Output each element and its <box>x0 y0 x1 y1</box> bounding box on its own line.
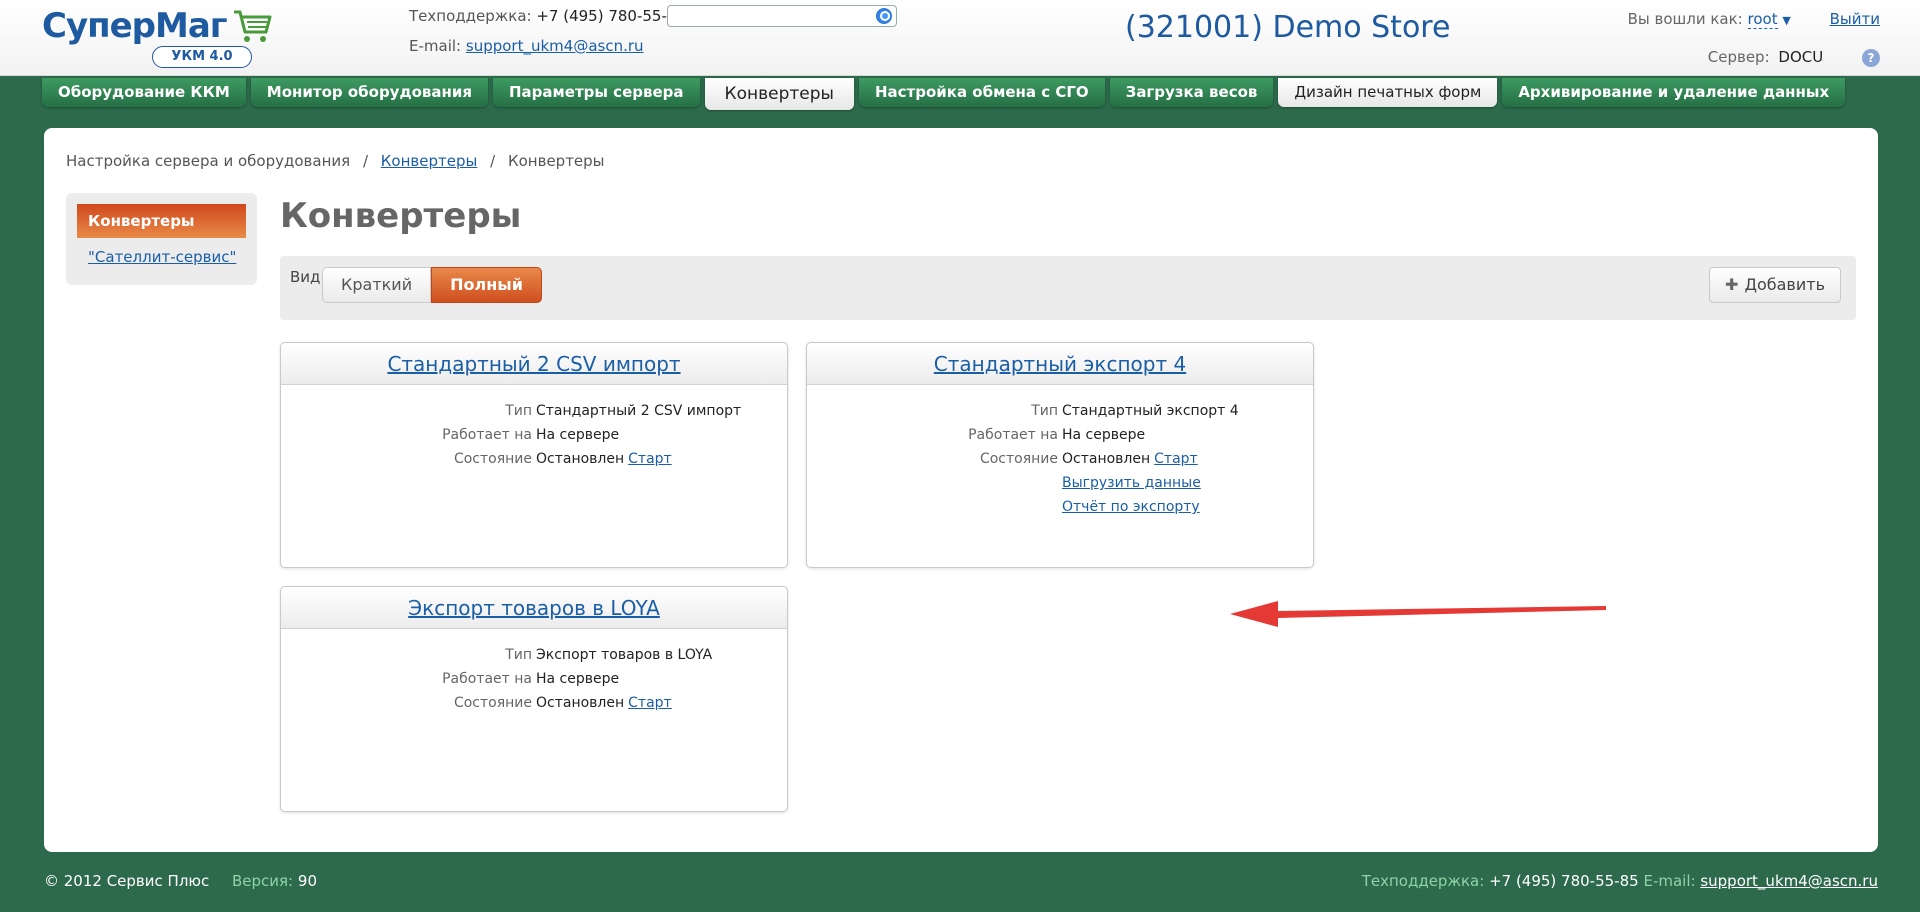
version-label: Версия: <box>232 872 294 890</box>
plus-icon: ✚ <box>1725 275 1739 294</box>
main-nav-tabs: Оборудование ККМ Монитор оборудования Па… <box>42 78 1846 110</box>
breadcrumb-root: Настройка сервера и оборудования <box>66 152 351 170</box>
breadcrumb-separator: / <box>490 152 496 170</box>
view-brief-button[interactable]: Краткий <box>322 267 432 303</box>
converter-card: Стандартный 2 CSV импорт Тип Стандартный … <box>280 342 788 568</box>
tab-server-params[interactable]: Параметры сервера <box>493 78 700 107</box>
help-icon[interactable]: ? <box>1862 48 1880 67</box>
footer-support: Техподдержка: +7 (495) 780-55-85 E-mail:… <box>1362 872 1878 890</box>
header: СуперМаг УКМ 4.0 Техподдержка: +7 (495) … <box>0 0 1920 76</box>
state-label: Состояние <box>453 451 532 467</box>
state-value: Остановлен <box>536 451 625 467</box>
footer-copyright: © 2012 Сервис Плюс <box>44 872 210 890</box>
footer-version: Версия: 90 <box>232 872 317 890</box>
runs-on-label: Работает на <box>968 427 1058 443</box>
server-value: DOCU <box>1778 48 1824 66</box>
footer-support-label: Техподдержка: <box>1361 872 1485 890</box>
view-label: Вид: <box>290 268 326 286</box>
breadcrumb-current: Конвертеры <box>507 152 605 170</box>
footer-email-label: E-mail: <box>1643 872 1696 890</box>
state-value: Остановлен <box>1062 451 1151 467</box>
start-link[interactable]: Старт <box>628 695 672 711</box>
card-body: Тип Стандартный 2 CSV импорт Работает на Н… <box>281 385 787 471</box>
breadcrumb-converters-link[interactable]: Конвертеры <box>381 152 478 170</box>
state-value: Остановлен <box>536 695 625 711</box>
converter-card: Стандартный экспорт 4 Тип Стандартный экс… <box>806 342 1314 568</box>
user-menu-link[interactable]: root <box>1747 10 1778 29</box>
card-header: Стандартный экспорт 4 <box>807 343 1313 385</box>
search-input[interactable] <box>674 6 870 27</box>
runs-on-value: На сервере <box>1062 427 1146 443</box>
state-label: Состояние <box>453 695 532 711</box>
runs-on-label: Работает на <box>442 427 532 443</box>
logout-link[interactable]: Выйти <box>1830 10 1880 28</box>
type-label: Тип <box>505 403 532 419</box>
card-header: Экспорт товаров в LOYA <box>281 587 787 629</box>
type-label: Тип <box>1031 403 1058 419</box>
add-button-label: Добавить <box>1744 275 1825 294</box>
sidebar-item-satellite-service[interactable]: "Сателлит-сервис" <box>88 248 236 266</box>
footer: © 2012 Сервис Плюс Версия: 90 Техподдерж… <box>0 872 1920 896</box>
export-report-link[interactable]: Отчёт по экспорту <box>1062 495 1200 519</box>
card-body: Тип Стандартный экспорт 4 Работает на На с… <box>807 385 1313 519</box>
user-area: Вы вошли как: root ▼ Выйти Сервер: DOCU … <box>1628 9 1880 67</box>
user-name: root <box>1747 10 1778 28</box>
tab-print-forms-design[interactable]: Дизайн печатных форм <box>1278 78 1498 107</box>
card-title-link[interactable]: Стандартный экспорт 4 <box>934 352 1186 376</box>
annotation-arrow-icon <box>1230 601 1606 627</box>
support-phone: +7 (495) 780-55-85 <box>536 7 686 25</box>
logged-in-label: Вы вошли как: <box>1627 10 1743 28</box>
server-label: Сервер: <box>1707 48 1770 66</box>
start-link[interactable]: Старт <box>1154 451 1198 467</box>
tab-sgo-exchange[interactable]: Настройка обмена с СГО <box>858 78 1105 107</box>
converter-card: Экспорт товаров в LOYA Тип Экспорт товаро… <box>280 586 788 812</box>
type-value: Стандартный 2 CSV импорт <box>536 403 742 419</box>
card-title-link[interactable]: Стандартный 2 CSV импорт <box>387 352 680 376</box>
search-icon[interactable] <box>876 8 892 24</box>
type-value: Стандартный экспорт 4 <box>1062 403 1239 419</box>
search-box <box>667 5 897 27</box>
breadcrumb: Настройка сервера и оборудования / Конве… <box>66 152 605 170</box>
view-full-button[interactable]: Полный <box>431 267 542 303</box>
type-value: Экспорт товаров в LOYA <box>536 647 713 663</box>
logo-text: СуперМаг <box>42 6 228 46</box>
logo[interactable]: СуперМаг УКМ 4.0 <box>42 6 272 68</box>
add-button[interactable]: ✚ Добавить <box>1709 267 1841 303</box>
footer-email-link[interactable]: support_ukm4@ascn.ru <box>1700 872 1878 890</box>
type-label: Тип <box>505 647 532 663</box>
view-toggle: Краткий Полный <box>322 267 542 303</box>
logo-badge: УКМ 4.0 <box>152 46 252 68</box>
page-title: Конвертеры <box>280 196 522 236</box>
tab-archiving[interactable]: Архивирование и удаление данных <box>1502 78 1846 107</box>
support-label: Техподдержка: <box>409 7 532 25</box>
runs-on-value: На сервере <box>536 427 620 443</box>
view-toolbar: Вид: Краткий Полный ✚ Добавить <box>280 256 1856 320</box>
email-label: E-mail: <box>409 37 462 55</box>
chevron-down-icon[interactable]: ▼ <box>1782 14 1790 27</box>
version-value: 90 <box>297 872 317 890</box>
header-support: Техподдержка: +7 (495) 780-55-85 E-mail:… <box>409 6 686 56</box>
start-link[interactable]: Старт <box>628 451 672 467</box>
tab-kkm-equipment[interactable]: Оборудование ККМ <box>42 78 246 107</box>
card-header: Стандартный 2 CSV импорт <box>281 343 787 385</box>
export-data-link[interactable]: Выгрузить данные <box>1062 471 1201 495</box>
runs-on-value: На сервере <box>536 671 620 687</box>
sidebar: Конвертеры "Сателлит-сервис" <box>66 193 257 285</box>
tab-equipment-monitor[interactable]: Монитор оборудования <box>250 78 488 107</box>
footer-support-phone: +7 (495) 780-55-85 <box>1489 872 1639 890</box>
sidebar-item-converters[interactable]: Конвертеры <box>77 204 246 238</box>
main-panel: Настройка сервера и оборудования / Конве… <box>44 128 1878 852</box>
cart-icon <box>234 10 272 42</box>
state-label: Состояние <box>979 451 1058 467</box>
card-body: Тип Экспорт товаров в LOYA Работает на На … <box>281 629 787 715</box>
runs-on-label: Работает на <box>442 671 532 687</box>
tab-scales-loading[interactable]: Загрузка весов <box>1109 78 1274 107</box>
breadcrumb-separator: / <box>362 152 368 170</box>
tab-converters[interactable]: Конвертеры <box>704 78 854 110</box>
support-email-link[interactable]: support_ukm4@ascn.ru <box>466 37 644 55</box>
card-title-link[interactable]: Экспорт товаров в LOYA <box>408 596 660 620</box>
store-title: (321001) Demo Store <box>1125 10 1451 45</box>
